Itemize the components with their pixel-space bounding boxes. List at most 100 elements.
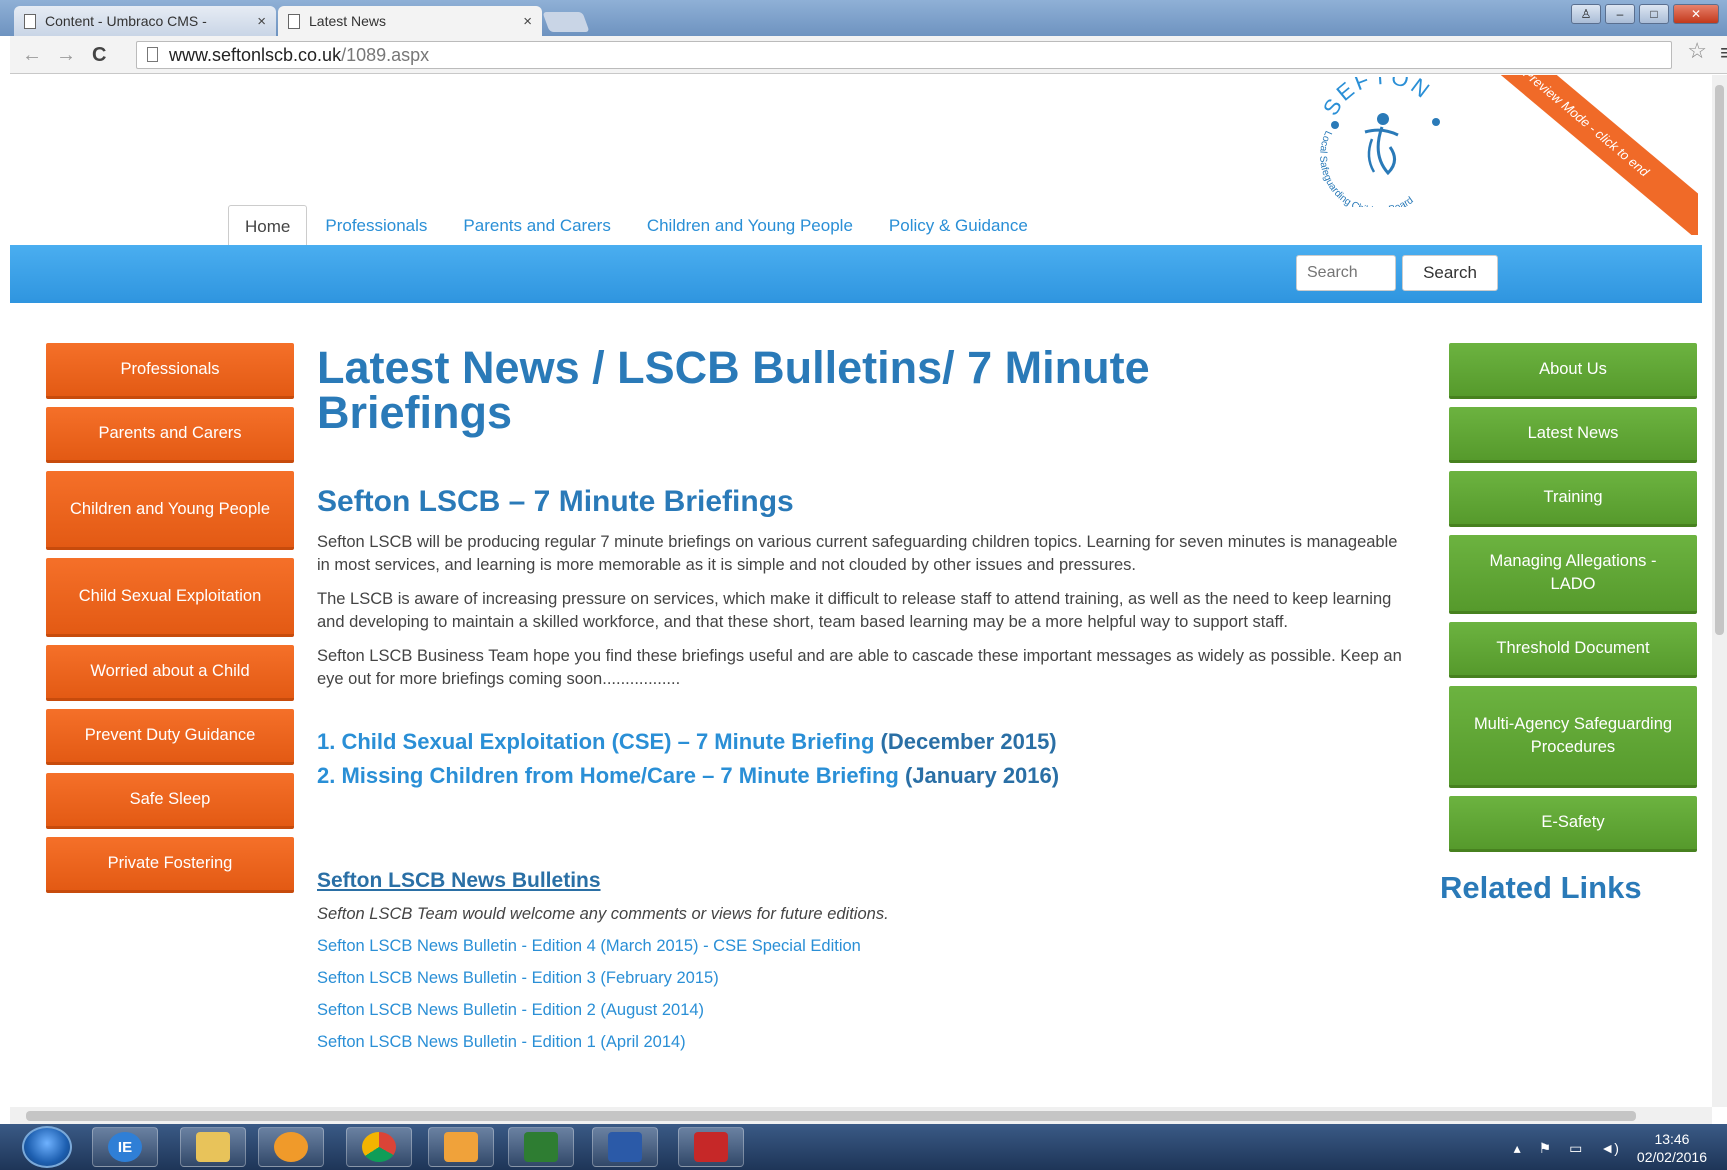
windows-taskbar: IE ▴ ⚑ ▭ ◄) 13:46 02/02/2016 [0, 1124, 1727, 1170]
close-window-button[interactable]: ✕ [1673, 4, 1719, 24]
acrobat-icon [694, 1132, 728, 1162]
tab-title: Latest News [309, 13, 387, 29]
bulletin-link-edition-4[interactable]: Sefton LSCB News Bulletin - Edition 4 (M… [317, 937, 1417, 956]
topnav-parents-carers[interactable]: Parents and Carers [445, 205, 628, 247]
rightnav-threshold-document[interactable]: Threshold Document [1449, 622, 1697, 678]
logo-subtitle: Local Safeguarding Children Board [1317, 129, 1415, 207]
cascade-paragraph: Sefton LSCB Business Team hope you find … [317, 647, 1402, 688]
bulletins-heading-link[interactable]: Sefton LSCB News Bulletins [317, 869, 1417, 893]
rightnav-latest-news[interactable]: Latest News [1449, 407, 1697, 463]
bulletin-link-edition-2[interactable]: Sefton LSCB News Bulletin - Edition 2 (A… [317, 1001, 1417, 1020]
svg-text:SEFTON: SEFTON [1318, 77, 1437, 120]
rightnav-e-safety[interactable]: E-Safety [1449, 796, 1697, 852]
close-tab-icon[interactable]: × [257, 13, 266, 30]
browser-tabbar: Content - Umbraco CMS - × Latest News × … [0, 0, 1727, 36]
browser-menu-icon[interactable]: ≡ [1720, 40, 1727, 66]
rightnav-training[interactable]: Training [1449, 471, 1697, 527]
related-links-heading: Related Links [1440, 870, 1642, 905]
leftnav-prevent-duty-guidance[interactable]: Prevent Duty Guidance [46, 709, 294, 765]
url-bar[interactable]: www.seftonlscb.co.uk/1089.aspx [136, 41, 1672, 69]
rightnav-managing-allegations[interactable]: Managing Allegations - LADO [1449, 535, 1697, 614]
taskbar-outlook[interactable] [428, 1127, 494, 1167]
briefing-date: (January 2016) [905, 763, 1060, 788]
sefton-lscb-logo: SEFTON Local Safeguarding Children Board [1317, 77, 1440, 207]
taskbar-media[interactable] [258, 1127, 324, 1167]
briefing-date: (December 2015) [880, 729, 1057, 754]
taskbar-chrome[interactable] [346, 1127, 412, 1167]
page-viewport: SEFTON Local Safeguarding Children Board… [10, 75, 1712, 1107]
page-icon [288, 13, 300, 29]
leftnav-parents-carers[interactable]: Parents and Carers [46, 407, 294, 463]
left-navigation: Professionals Parents and Carers Childre… [46, 343, 294, 901]
start-button[interactable] [22, 1126, 72, 1168]
right-navigation: About Us Latest News Training Managing A… [1449, 343, 1697, 860]
topnav-home[interactable]: Home [228, 205, 308, 247]
svg-text:Local Safeguarding Children Bo: Local Safeguarding Children Board [1317, 129, 1415, 207]
clock-date: 02/02/2016 [1636, 1149, 1707, 1165]
maximize-button[interactable]: □ [1639, 4, 1669, 24]
briefing-item: 2. Missing Children from Home/Care – 7 M… [317, 759, 1417, 793]
forward-button[interactable]: → [56, 44, 76, 67]
bookmark-star-icon[interactable]: ☆ [1687, 38, 1707, 64]
clock[interactable]: 13:46 02/02/2016 [1637, 1130, 1707, 1166]
pressure-paragraph: The LSCB is aware of increasing pressure… [317, 590, 1392, 631]
back-button[interactable]: ← [22, 44, 42, 67]
bulletins-note: Sefton LSCB Team would welcome any comme… [317, 905, 889, 923]
topnav-professionals[interactable]: Professionals [307, 205, 445, 247]
leftnav-children-young-people[interactable]: Children and Young People [46, 471, 294, 550]
taskbar-word[interactable] [592, 1127, 658, 1167]
url-path: /1089.aspx [341, 45, 430, 65]
leftnav-professionals[interactable]: Professionals [46, 343, 294, 399]
media-player-icon [274, 1132, 308, 1162]
briefings-list: 1. Child Sexual Exploitation (CSE) – 7 M… [317, 725, 1417, 793]
topnav-children-young-people[interactable]: Children and Young People [629, 205, 871, 247]
page-icon [24, 13, 36, 29]
leftnav-safe-sleep[interactable]: Safe Sleep [46, 773, 294, 829]
internet-explorer-icon: IE [108, 1132, 142, 1162]
briefing-link-missing-children[interactable]: 2. Missing Children from Home/Care – 7 M… [317, 763, 899, 788]
new-tab-button[interactable] [542, 12, 590, 32]
user-icon[interactable]: ♙ [1571, 4, 1601, 24]
leftnav-private-fostering[interactable]: Private Fostering [46, 837, 294, 893]
main-content: Latest News / LSCB Bulletins/ 7 Minute B… [317, 345, 1417, 1052]
search-button[interactable]: Search [1402, 255, 1498, 291]
taskbar-ie[interactable]: IE [92, 1127, 158, 1167]
leftnav-worried-about-child[interactable]: Worried about a Child [46, 645, 294, 701]
tab-latest-news[interactable]: Latest News × [278, 6, 542, 36]
vertical-scroll-thumb[interactable] [1715, 85, 1724, 635]
leftnav-child-sexual-exploitation[interactable]: Child Sexual Exploitation [46, 558, 294, 637]
rightnav-about-us[interactable]: About Us [1449, 343, 1697, 399]
page-icon [147, 47, 158, 62]
chrome-icon [362, 1132, 396, 1162]
vertical-scrollbar[interactable] [1712, 75, 1727, 1107]
briefing-link-cse[interactable]: 1. Child Sexual Exploitation (CSE) – 7 M… [317, 729, 874, 754]
clock-time: 13:46 [1654, 1131, 1690, 1147]
show-hidden-icons-icon[interactable]: ▴ [1514, 1140, 1521, 1157]
folder-icon [196, 1132, 230, 1162]
horizontal-scrollbar[interactable] [10, 1107, 1712, 1124]
bulletin-link-edition-1[interactable]: Sefton LSCB News Bulletin - Edition 1 (A… [317, 1033, 1417, 1052]
system-tray: ▴ ⚑ ▭ ◄) 13:46 02/02/2016 [1514, 1130, 1707, 1166]
minimize-button[interactable]: ‒ [1605, 4, 1635, 24]
search-input[interactable] [1296, 255, 1396, 291]
intro-paragraph: Sefton LSCB will be producing regular 7 … [317, 533, 1398, 574]
outlook-icon [444, 1132, 478, 1162]
address-toolbar: ← → C www.seftonlscb.co.uk/1089.aspx ☆ ≡ [10, 36, 1727, 74]
taskbar-explorer[interactable] [180, 1127, 246, 1167]
reload-button[interactable]: C [92, 44, 106, 67]
bulletin-link-edition-3[interactable]: Sefton LSCB News Bulletin - Edition 3 (F… [317, 969, 1417, 988]
preview-mode-ribbon[interactable]: Preview Mode - click to end [1498, 75, 1698, 235]
rightnav-multi-agency-procedures[interactable]: Multi-Agency Safeguarding Procedures [1449, 686, 1697, 788]
taskbar-excel[interactable] [508, 1127, 574, 1167]
tab-umbraco[interactable]: Content - Umbraco CMS - × [14, 6, 276, 36]
top-navigation: Home Professionals Parents and Carers Ch… [228, 202, 1046, 247]
close-tab-icon[interactable]: × [523, 13, 532, 30]
horizontal-scroll-thumb[interactable] [26, 1111, 1636, 1121]
topnav-policy-guidance[interactable]: Policy & Guidance [871, 205, 1046, 247]
page-title: Latest News / LSCB Bulletins/ 7 Minute B… [317, 342, 1150, 438]
taskbar-acrobat[interactable] [678, 1127, 744, 1167]
action-center-flag-icon[interactable]: ⚑ [1539, 1140, 1552, 1157]
search-bar-band: Search [10, 245, 1702, 303]
volume-icon[interactable]: ◄) [1600, 1140, 1619, 1156]
network-icon[interactable]: ▭ [1569, 1140, 1582, 1157]
